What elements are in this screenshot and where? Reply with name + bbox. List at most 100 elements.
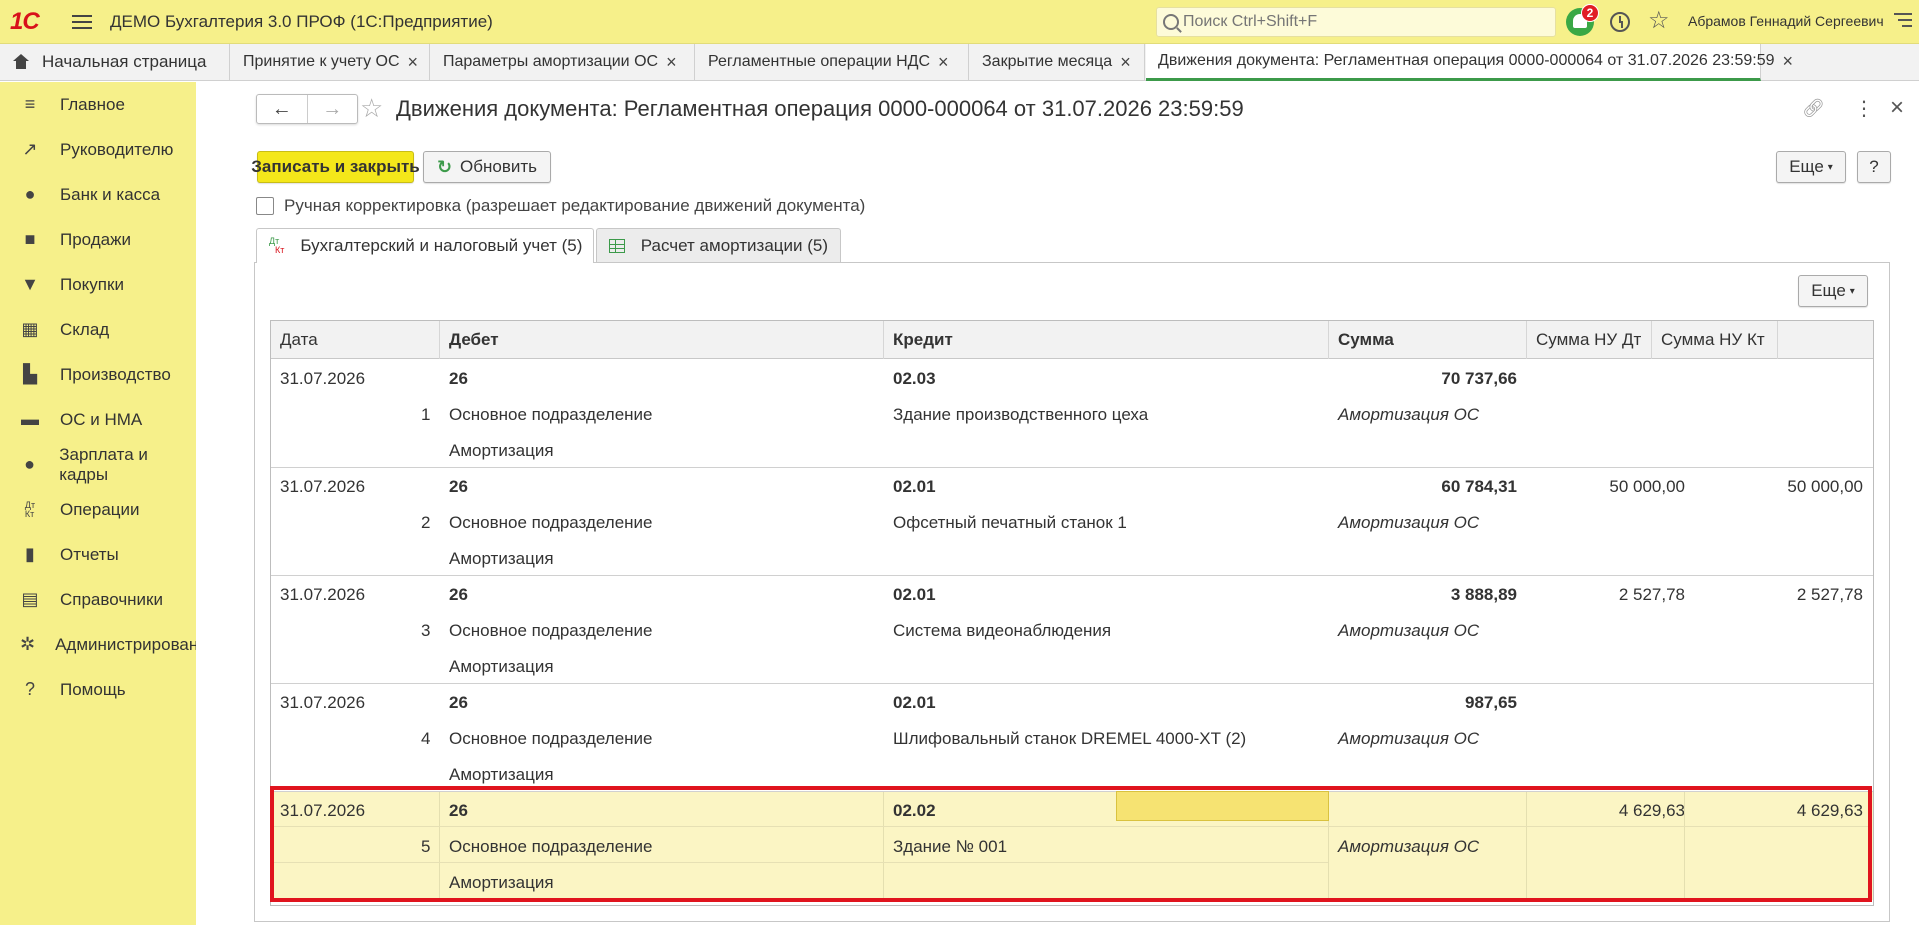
table-row[interactable]: 31.07.2026 1 26 Основное подразделение А… (271, 360, 1873, 468)
books-icon: ▤ (21, 589, 39, 609)
active-cell[interactable] (1116, 791, 1329, 821)
cell-debit-account: 26 (449, 693, 468, 712)
tab-accounting-tax[interactable]: Дт Кт Бухгалтерский и налоговый учет (5) (256, 228, 594, 263)
table-row[interactable]: 31.07.2026 4 26 Основное подразделение А… (271, 684, 1873, 792)
cell-credit-subconto-1: Здание производственного цеха (893, 405, 1149, 424)
cell-content: Амортизация ОС (1338, 837, 1480, 856)
table-row-selected[interactable]: 31.07.2026 5 26 Основное подразделение А… (271, 792, 1873, 900)
sidebar-item-salary[interactable]: ● Зарплата и кадры (0, 442, 196, 487)
sidebar-item-label: Главное (60, 94, 125, 114)
add-favorite-star-icon[interactable]: ☆ (360, 94, 383, 122)
sidebar-item-bank[interactable]: ● Банк и касса (0, 172, 196, 217)
notifications-button[interactable]: 2 (1566, 4, 1599, 36)
cell-line-number: 5 (421, 837, 431, 856)
search-box[interactable] (1156, 7, 1556, 37)
column-sum-nu-dt[interactable]: Сумма НУ Дт (1527, 321, 1652, 359)
tab-label: Расчет амортизации (5) (640, 235, 828, 255)
sidebar-item-warehouse[interactable]: ▦ Склад (0, 307, 196, 352)
manual-correction-row: Ручная корректировка (разрешает редактир… (256, 196, 865, 216)
more-button[interactable]: Еще ▾ (1776, 151, 1846, 183)
close-icon[interactable]: × (408, 52, 419, 73)
column-credit[interactable]: Кредит (884, 321, 1329, 359)
sidebar-item-label: Операции (60, 499, 140, 519)
cell-line-number: 4 (421, 729, 431, 748)
table-row[interactable]: 31.07.2026 2 26 Основное подразделение А… (271, 468, 1873, 576)
cell-divider (1526, 792, 1527, 900)
tab-document-movements[interactable]: Движения документа: Регламентная операци… (1146, 44, 1793, 81)
cell-sum-nu-kt: 2 527,78 (1796, 585, 1863, 604)
sidebar-item-purchases[interactable]: ▼ Покупки (0, 262, 196, 307)
tab-label: Движения документа: Регламентная операци… (1158, 52, 1775, 69)
tab-vat-operations[interactable]: Регламентные операции НДС × (696, 44, 969, 80)
cell-date: 31.07.2026 (280, 801, 366, 820)
close-icon[interactable]: × (1120, 52, 1131, 73)
sidebar-item-fixed-assets[interactable]: ▬ ОС и НМА (0, 397, 196, 442)
cell-debit-subconto-1: Основное подразделение (449, 513, 653, 532)
sidebar-item-help[interactable]: ? Помощь (0, 667, 196, 712)
page-title: Движения документа: Регламентная операци… (396, 96, 1244, 121)
more-label: Еще (1811, 281, 1846, 300)
search-input[interactable] (1183, 13, 1543, 31)
favorites-star-icon[interactable]: ☆ (1648, 9, 1670, 33)
sidebar-item-manager[interactable]: ↗ Руководителю (0, 127, 196, 172)
forward-arrow-icon[interactable]: → (306, 95, 358, 123)
search-icon (1163, 14, 1179, 30)
column-date[interactable]: Дата (271, 321, 440, 359)
sidebar-item-main[interactable]: ≡ Главное (0, 82, 196, 127)
cell-sum: 987,65 (1465, 693, 1517, 712)
cell-debit-subconto-2: Амортизация (449, 657, 554, 676)
warehouse-icon: ▦ (21, 319, 39, 339)
more-label: Еще (1789, 157, 1824, 176)
close-icon[interactable]: × (1783, 51, 1794, 72)
cell-debit-account: 26 (449, 477, 468, 496)
close-icon[interactable]: × (938, 52, 949, 73)
sidebar-item-sales[interactable]: ■ Продажи (0, 217, 196, 262)
cell-date: 31.07.2026 (280, 693, 366, 712)
tab-os-acceptance[interactable]: Принятие к учету ОС × (231, 44, 430, 80)
tab-label: Регламентные операции НДС (708, 53, 931, 70)
close-icon[interactable]: × (1890, 94, 1904, 122)
sidebar-item-label: Банк и касса (60, 184, 161, 204)
tab-home[interactable]: Начальная страница (0, 44, 230, 80)
help-button[interactable]: ? (1857, 151, 1891, 183)
sidebar-item-label: Покупки (60, 274, 124, 294)
refresh-button[interactable]: ↻ Обновить (423, 151, 551, 183)
cell-date: 31.07.2026 (280, 585, 366, 604)
cell-debit-subconto-1: Основное подразделение (449, 621, 653, 640)
table-row[interactable]: 31.07.2026 3 26 Основное подразделение А… (271, 576, 1873, 684)
column-sum[interactable]: Сумма (1329, 321, 1527, 359)
close-icon[interactable]: × (666, 52, 677, 73)
column-debit[interactable]: Дебет (440, 321, 884, 359)
history-icon[interactable] (1610, 12, 1630, 32)
dt-kt-icon: Дт Кт (24, 499, 36, 519)
sidebar-item-label: Отчеты (60, 544, 119, 564)
tab-depreciation-params[interactable]: Параметры амортизации ОС × (431, 44, 695, 80)
sidebar-item-admin[interactable]: ✲ Администрирование (0, 622, 217, 667)
cell-credit-subconto-1: Шлифовальный станок DREMEL 4000-XT (2) (893, 729, 1247, 748)
manual-correction-checkbox[interactable] (256, 197, 274, 215)
tab-month-close[interactable]: Закрытие месяца × (970, 44, 1145, 80)
sidebar-item-operations[interactable]: Дт Кт Операции (0, 487, 196, 532)
cell-credit-account: 02.03 (893, 369, 936, 388)
ruble-coin-icon: ● (24, 184, 36, 204)
column-sum-nu-kt[interactable]: Сумма НУ Кт (1652, 321, 1778, 359)
settings-menu-icon[interactable] (1894, 13, 1912, 27)
manual-correction-label[interactable]: Ручная корректировка (разрешает редактир… (284, 196, 865, 216)
person-icon: ● (24, 454, 36, 474)
user-name[interactable]: Абрамов Геннадий Сергеевич (1688, 13, 1884, 29)
tab-depreciation-calc[interactable]: Расчет амортизации (5) (596, 228, 841, 262)
movements-table[interactable]: Дата Дебет Кредит Сумма Сумма НУ Дт Сумм… (270, 320, 1874, 906)
sidebar-item-production[interactable]: ▙ Производство (0, 352, 196, 397)
sidebar-item-reports[interactable]: ▮ Отчеты (0, 532, 196, 577)
bar-chart-icon: ▮ (25, 544, 35, 564)
cell-debit-subconto-2: Амортизация (449, 873, 554, 892)
more-vertical-icon[interactable]: ⋮ (1854, 96, 1874, 121)
cell-sum-nu-kt: 4 629,63 (1796, 801, 1863, 820)
table-more-button[interactable]: Еще ▾ (1798, 275, 1868, 307)
back-arrow-icon[interactable]: ← (257, 95, 307, 123)
menu-icon: ≡ (24, 94, 36, 114)
main-menu-icon[interactable] (72, 14, 92, 29)
sidebar-item-directories[interactable]: ▤ Справочники (0, 577, 196, 622)
link-icon[interactable]: 🔗︎ (1802, 98, 1825, 119)
save-and-close-button[interactable]: Записать и закрыть (251, 151, 420, 183)
